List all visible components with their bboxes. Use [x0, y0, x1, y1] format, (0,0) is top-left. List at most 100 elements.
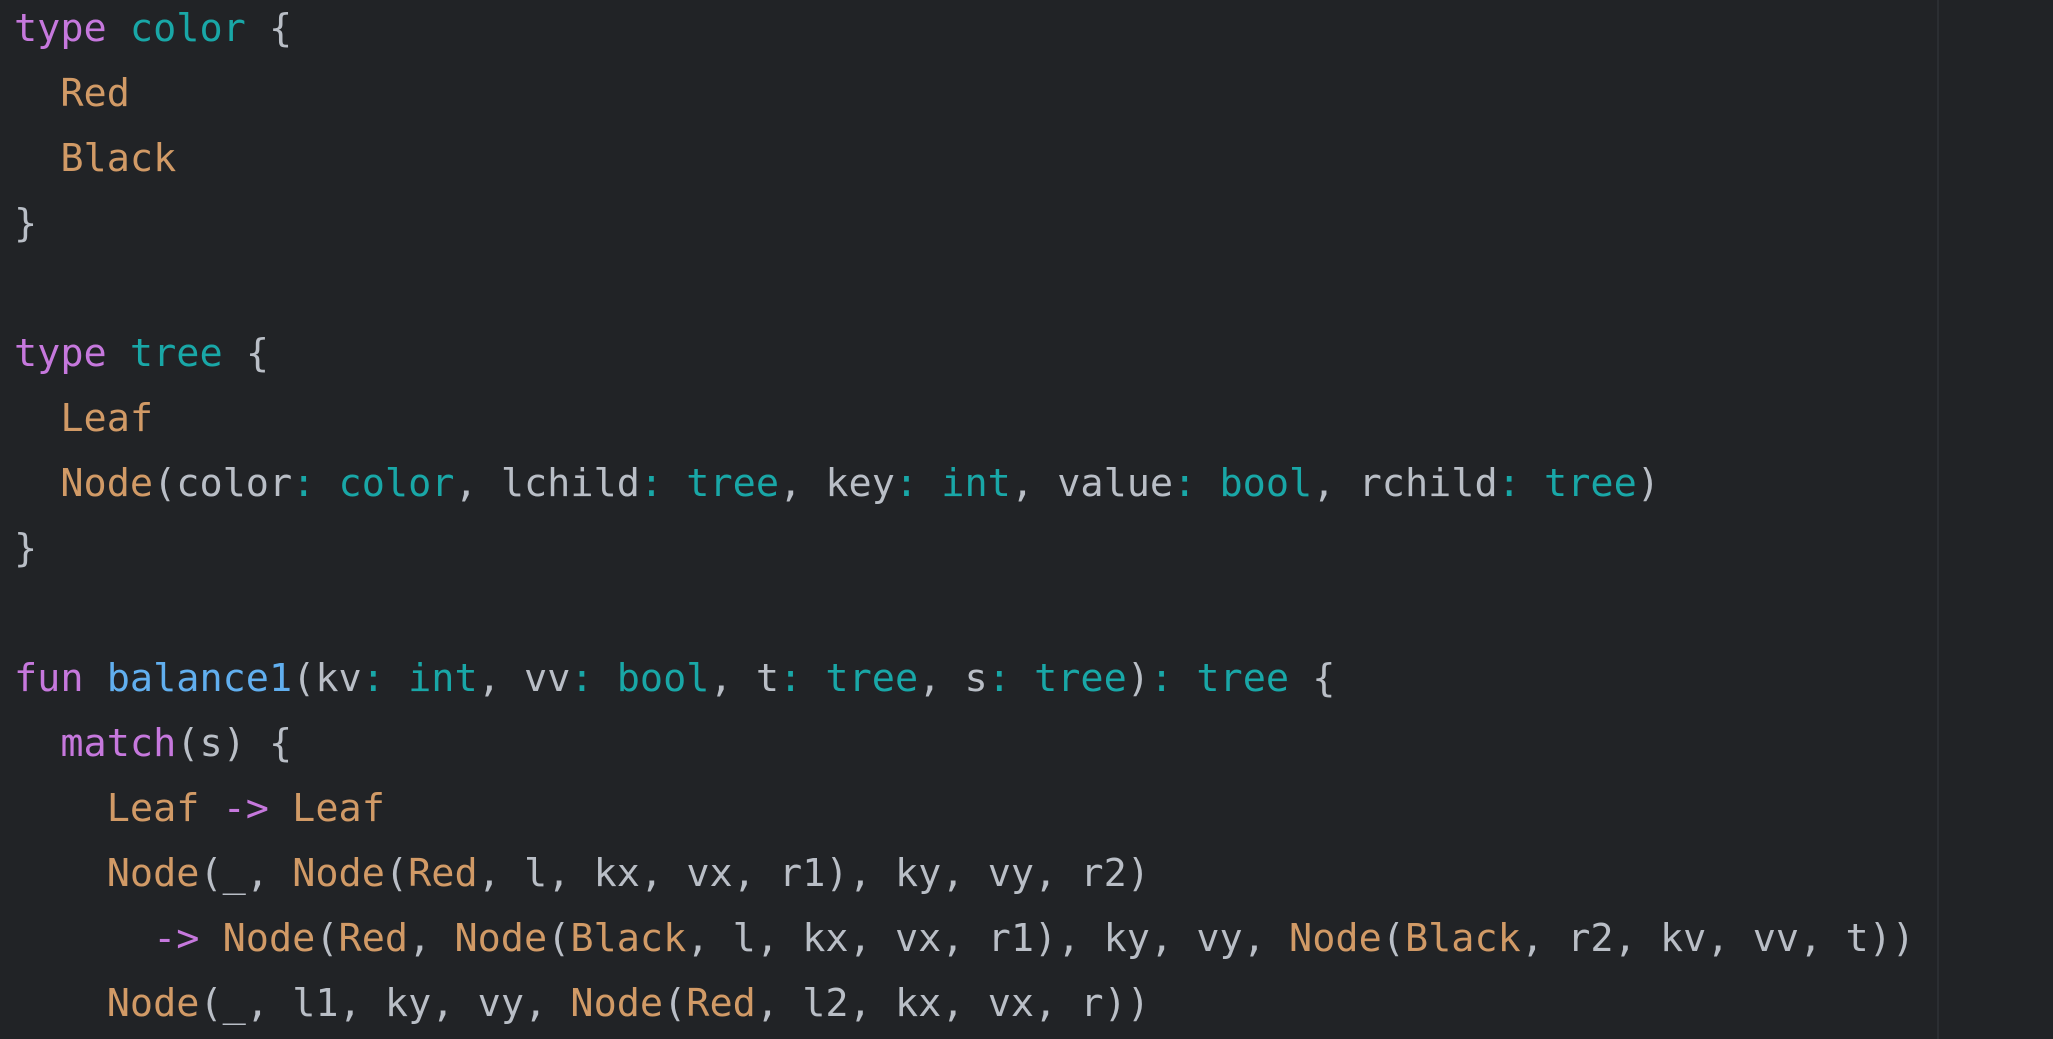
identifier-token: s	[964, 656, 988, 701]
punctuation-token: ,	[454, 461, 478, 506]
code-line[interactable]: type tree {	[14, 325, 1915, 390]
punctuation-token: (	[547, 916, 571, 961]
code-line[interactable]: }	[14, 195, 1915, 260]
colon-token: :	[987, 656, 1011, 701]
identifier-token: vv	[524, 656, 571, 701]
identifier-token: ky	[1103, 916, 1150, 961]
punctuation-token: }	[14, 201, 38, 246]
code-area[interactable]: type color { Red Black} type tree { Leaf…	[14, 0, 1915, 1039]
type-token: tree	[686, 461, 779, 506]
punctuation-token: ,	[408, 916, 432, 961]
punctuation-token: (	[384, 851, 409, 896]
identifier-token: vx	[894, 916, 942, 961]
code-line[interactable]: type color {	[14, 0, 1915, 65]
punctuation-token: ,	[639, 851, 664, 896]
punctuation-token: ,	[547, 851, 571, 896]
punctuation-token: ,	[941, 916, 965, 961]
identifier-token: rchild	[1358, 461, 1498, 506]
code-line[interactable]: Node(_, l1, ky, vy, Node(Red, l2, kx, vx…	[14, 975, 1915, 1039]
type-token: tree	[1544, 461, 1637, 506]
constructor-token: Leaf	[60, 396, 154, 441]
constructor-token: Black	[1404, 916, 1521, 961]
punctuation-token: ,	[755, 916, 780, 961]
identifier-token: r1	[987, 916, 1035, 961]
type-token: tree	[1196, 656, 1290, 701]
punctuation-token: ,	[709, 656, 733, 701]
identifier-token: vx	[987, 981, 1035, 1026]
code-line[interactable]: Red	[14, 65, 1915, 130]
type-token: tree	[129, 331, 223, 376]
punctuation-token: )	[1126, 656, 1150, 701]
punctuation-token: )	[222, 721, 246, 766]
punctuation-token: ,	[686, 916, 710, 961]
identifier-token: _	[222, 851, 246, 896]
code-line[interactable]	[14, 260, 1915, 325]
code-line[interactable]: Leaf -> Leaf	[14, 780, 1915, 845]
column-ruler	[1937, 0, 1939, 1039]
code-line[interactable]: match(s) {	[14, 715, 1915, 780]
identifier-token: l	[524, 851, 548, 896]
identifier-token: vy	[987, 851, 1035, 896]
identifier-token: key	[825, 461, 895, 506]
code-line[interactable]: fun balance1(kv: int, vv: bool, t: tree,…	[14, 650, 1915, 715]
identifier-token: vy	[1196, 916, 1243, 961]
type-token: color	[129, 6, 246, 51]
code-line[interactable]	[14, 585, 1915, 650]
type-token: color	[338, 461, 455, 506]
punctuation-token: ,	[755, 981, 780, 1026]
identifier-token: vx	[686, 851, 733, 896]
punctuation-token: ,	[1520, 916, 1545, 961]
colon-token: :	[1173, 461, 1197, 506]
code-line[interactable]: }	[14, 520, 1915, 585]
code-line[interactable]: Leaf	[14, 390, 1915, 455]
punctuation-token: ,	[477, 851, 501, 896]
constructor-token: Node	[106, 981, 200, 1026]
identifier-token: kv	[315, 656, 362, 701]
code-line[interactable]: Node(_, Node(Red, l, kx, vx, r1), ky, vy…	[14, 845, 1915, 910]
keyword-token: type	[14, 6, 107, 51]
punctuation-token: (	[153, 461, 177, 506]
code-editor[interactable]: type color { Red Black} type tree { Leaf…	[0, 0, 2053, 1039]
constructor-token: Node	[60, 461, 154, 506]
punctuation-token: ,	[848, 981, 872, 1026]
code-line[interactable]: -> Node(Red, Node(Black, l, kx, vx, r1),…	[14, 910, 1915, 975]
constructor-token: Red	[338, 916, 409, 961]
constructor-token: Leaf	[106, 786, 200, 831]
identifier-token: r2	[1567, 916, 1614, 961]
punctuation-token: ,	[1312, 461, 1336, 506]
identifier-token: r2	[1080, 851, 1127, 896]
code-line[interactable]: Node(color: color, lchild: tree, key: in…	[14, 455, 1915, 520]
type-token: bool	[616, 656, 710, 701]
code-line[interactable]: Black	[14, 130, 1915, 195]
identifier-token: lchild	[500, 461, 640, 506]
